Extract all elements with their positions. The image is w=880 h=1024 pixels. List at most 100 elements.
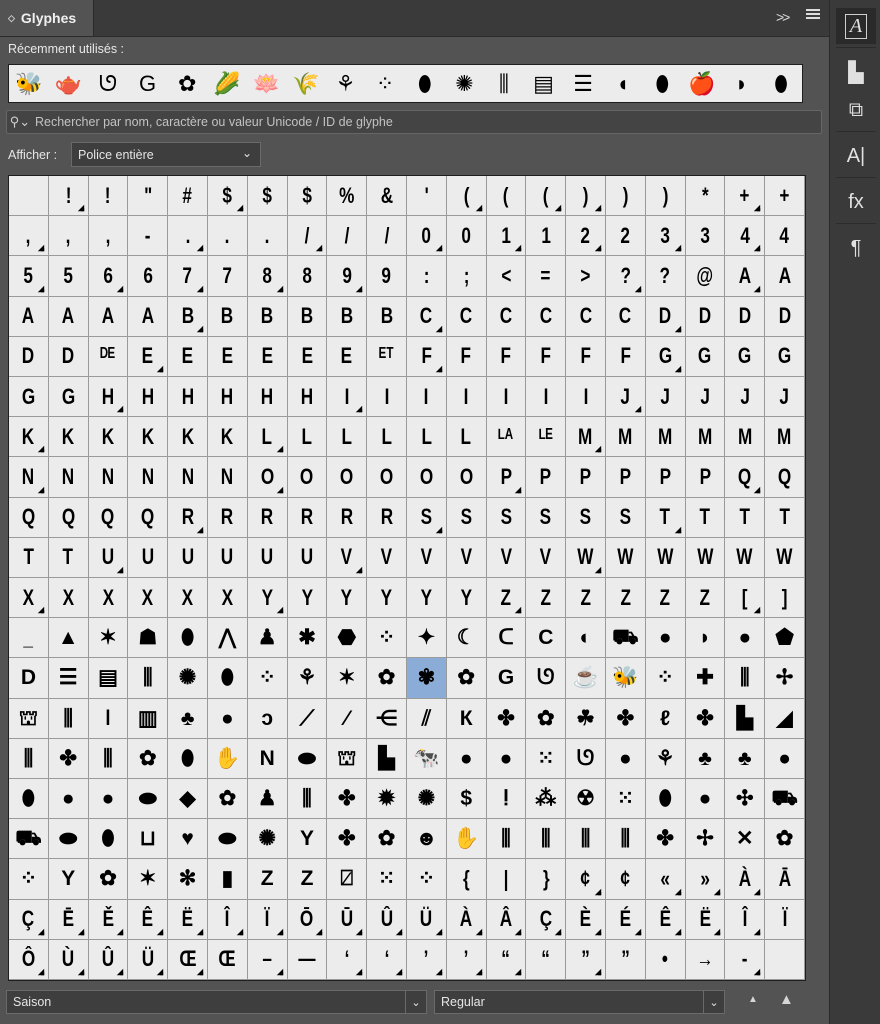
paragraph-icon[interactable]: ¶ xyxy=(836,230,876,266)
glyph-cell[interactable]: A xyxy=(128,296,169,337)
glyph-cell[interactable]: L xyxy=(247,417,288,458)
glyph-cell[interactable]: Ē xyxy=(48,899,89,940)
glyph-cell[interactable] xyxy=(9,176,49,217)
glyph-cell[interactable]: M xyxy=(566,417,606,458)
glyph-cell[interactable]: ⁂ xyxy=(526,779,567,820)
glyph-cell[interactable]: ⁙ xyxy=(605,779,646,820)
glyphs-panel-button[interactable]: A xyxy=(836,8,876,44)
glyph-cell[interactable]: A xyxy=(48,296,89,337)
glyph-cell[interactable]: [ xyxy=(725,578,766,619)
glyph-cell[interactable]: E xyxy=(168,336,208,377)
glyph-cell[interactable]: ( xyxy=(446,176,487,217)
glyph-cell[interactable]: ⫼ xyxy=(128,658,169,699)
glyph-cell[interactable]: Q xyxy=(725,457,766,498)
glyph-cell[interactable]: ⍁ xyxy=(327,859,368,900)
glyph-cell[interactable]: # xyxy=(168,176,208,217)
alternates-indicator-icon[interactable] xyxy=(594,888,602,895)
glyph-cell[interactable]: C xyxy=(486,296,527,337)
alternates-indicator-icon[interactable] xyxy=(435,526,442,533)
glyph-cell[interactable]: X xyxy=(88,578,129,619)
glyph-cell[interactable]: Ï xyxy=(765,899,805,940)
glyph-cell[interactable]: Œ xyxy=(207,939,248,980)
glyph-cell[interactable]: A xyxy=(725,256,766,297)
glyph-cell[interactable]: / xyxy=(367,216,407,257)
glyph-cell[interactable]: Ā xyxy=(765,859,805,900)
glyph-cell[interactable]: - xyxy=(725,939,766,980)
glyph-cell[interactable]: ⵑ xyxy=(486,779,527,820)
glyph-cell[interactable]: ⁘ xyxy=(367,618,407,659)
glyph-cell[interactable]: Ë xyxy=(168,899,208,940)
glyph-cell[interactable]: ⁄ xyxy=(327,698,368,739)
alternates-indicator-icon[interactable] xyxy=(594,245,602,252)
alternates-indicator-icon[interactable] xyxy=(37,606,44,614)
glyph-cell[interactable]: ⫽ xyxy=(406,698,447,739)
glyph-cell[interactable]: Ï xyxy=(247,899,288,940)
alternates-indicator-icon[interactable] xyxy=(196,968,204,976)
glyph-cell[interactable]: T xyxy=(685,497,726,538)
glyph-cell[interactable]: ⛟ xyxy=(765,779,805,820)
alternates-indicator-icon[interactable] xyxy=(276,606,283,614)
alternates-indicator-icon[interactable] xyxy=(714,888,721,895)
glyph-cell[interactable]: T xyxy=(48,537,89,578)
glyph-cell[interactable]: Y xyxy=(327,578,368,619)
alternates-indicator-icon[interactable] xyxy=(554,204,562,212)
alternates-indicator-icon[interactable] xyxy=(674,928,681,935)
glyph-cell[interactable]: E xyxy=(247,336,288,377)
glyph-cell[interactable]: ” xyxy=(605,939,646,980)
alternates-indicator-icon[interactable] xyxy=(634,285,641,292)
glyph-cell[interactable]: ● xyxy=(725,618,766,659)
glyph-cell[interactable]: O xyxy=(287,457,328,498)
alternates-indicator-icon[interactable] xyxy=(316,928,323,935)
alternates-indicator-icon[interactable] xyxy=(674,888,681,895)
glyph-cell[interactable]: T xyxy=(725,497,766,538)
glyph-cell[interactable]: ✿ xyxy=(765,819,805,860)
glyph-cell[interactable]: C xyxy=(605,296,646,337)
recent-glyph[interactable]: ☰ xyxy=(563,65,603,102)
alternates-indicator-icon[interactable] xyxy=(674,325,681,332)
glyph-cell[interactable]: Q xyxy=(9,497,49,538)
alternates-indicator-icon[interactable] xyxy=(594,928,602,935)
glyph-cell[interactable]: ǀ xyxy=(88,698,129,739)
alternates-indicator-icon[interactable] xyxy=(435,365,442,373)
glyph-cell[interactable]: . xyxy=(207,216,248,257)
glyph-cell[interactable]: • xyxy=(645,939,686,980)
glyph-cell[interactable]: Ū xyxy=(327,899,368,940)
glyph-cell[interactable]: ♟ xyxy=(247,618,288,659)
glyph-cell[interactable]: Z xyxy=(526,578,567,619)
alternates-indicator-icon[interactable] xyxy=(435,928,442,935)
glyph-cell[interactable]: ! xyxy=(88,176,129,217)
alternates-indicator-icon[interactable] xyxy=(435,968,442,976)
glyph-cell[interactable]: È xyxy=(566,899,606,940)
character-icon[interactable]: A| xyxy=(836,138,876,174)
glyph-cell[interactable]: Y xyxy=(446,578,487,619)
recent-glyph[interactable]: ◖ xyxy=(603,65,643,102)
glyph-cell[interactable] xyxy=(765,939,805,980)
glyph-cell[interactable]: S xyxy=(446,497,487,538)
glyph-cell[interactable]: < xyxy=(486,256,527,297)
alternates-indicator-icon[interactable] xyxy=(77,968,84,976)
glyph-cell[interactable]: K xyxy=(168,417,208,458)
glyph-cell[interactable]: L xyxy=(406,417,447,458)
glyph-cell[interactable]: J xyxy=(685,377,726,418)
glyph-cell[interactable]: L xyxy=(287,417,328,458)
glyph-cell[interactable]: Z xyxy=(287,859,328,900)
glyph-cell[interactable]: ; xyxy=(446,256,487,297)
glyph-cell[interactable]: K xyxy=(207,417,248,458)
glyph-cell[interactable]: V xyxy=(327,537,368,578)
recent-glyph[interactable]: 🪷 xyxy=(247,65,287,102)
glyph-cell[interactable]: H xyxy=(247,377,288,418)
glyph-cell[interactable]: ᑕ xyxy=(486,618,527,659)
recent-glyph[interactable]: ⬮ xyxy=(405,65,445,102)
glyph-cell[interactable]: ● xyxy=(765,738,805,779)
alternates-indicator-icon[interactable] xyxy=(475,204,482,212)
glyph-cell[interactable]: 6 xyxy=(88,256,129,297)
glyph-cell[interactable]: + xyxy=(725,176,766,217)
glyph-cell[interactable]: Z xyxy=(645,578,686,619)
glyph-cell[interactable]: ✿ xyxy=(367,658,407,699)
glyph-cell[interactable]: K xyxy=(9,417,49,458)
alternates-indicator-icon[interactable] xyxy=(117,285,124,292)
alternates-indicator-icon[interactable] xyxy=(117,928,124,935)
glyph-cell[interactable]: G xyxy=(486,658,527,699)
glyph-cell[interactable]: I xyxy=(327,377,368,418)
glyph-cell[interactable]: 9 xyxy=(327,256,368,297)
